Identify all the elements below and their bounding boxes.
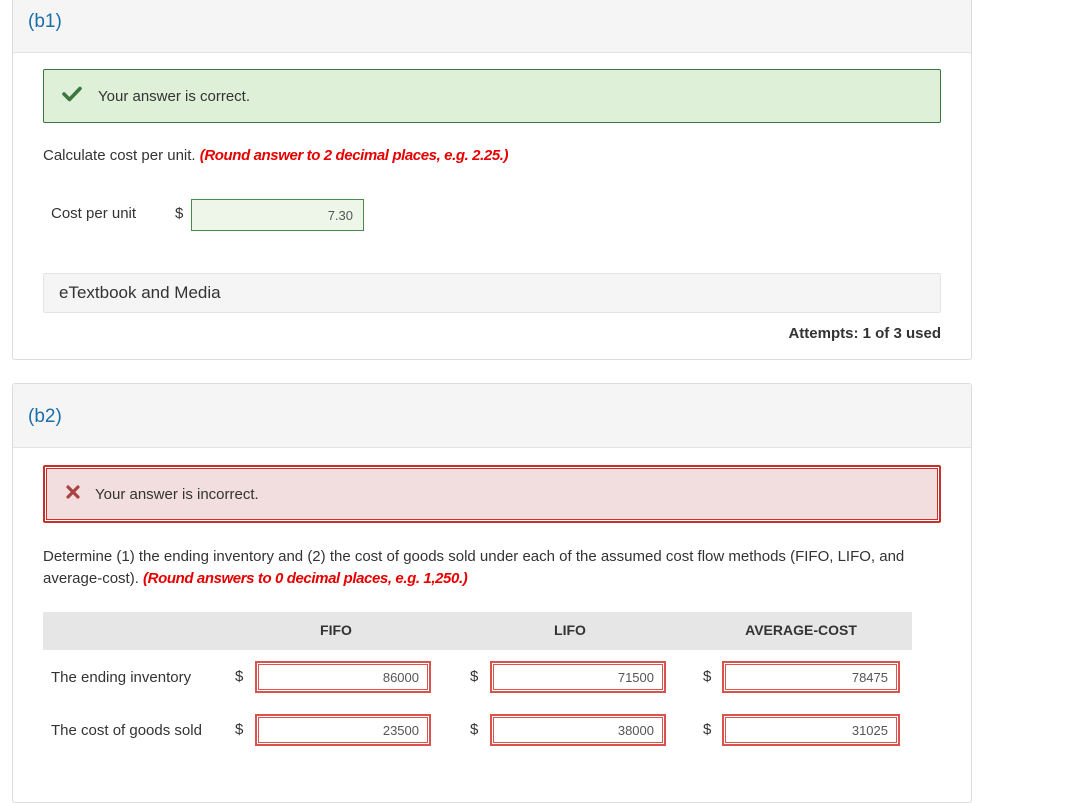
instruction-text-line2: average-cost). <box>43 570 139 587</box>
row-label-cost-of-goods-sold: The cost of goods sold <box>51 722 202 739</box>
alert-message: Your answer is incorrect. <box>95 485 259 503</box>
column-header-lifo: LIFO <box>554 622 586 638</box>
etextbook-media-link[interactable]: eTextbook and Media <box>43 273 941 313</box>
instruction-text-line1: Determine (1) the ending inventory and (… <box>43 548 905 565</box>
lifo-ending-inventory-input[interactable]: 71500 <box>490 661 666 693</box>
column-header-fifo: FIFO <box>320 622 352 638</box>
currency-symbol: $ <box>703 668 712 685</box>
rounding-note: (Round answer to 2 decimal places, e.g. … <box>199 147 509 164</box>
incorrect-answer-alert: Your answer is incorrect. <box>43 465 941 523</box>
cost-per-unit-input[interactable]: 7.30 <box>191 199 364 231</box>
column-header-average-cost: AVERAGE-COST <box>745 622 857 638</box>
currency-symbol: $ <box>470 721 479 738</box>
attempts-counter: Attempts: 1 of 3 used <box>788 325 941 342</box>
row-label-ending-inventory: The ending inventory <box>51 669 192 686</box>
currency-symbol: $ <box>235 668 244 685</box>
instruction-text: Calculate cost per unit. <box>43 147 196 164</box>
x-icon <box>61 484 85 504</box>
cost-per-unit-label: Cost per unit <box>51 205 137 222</box>
lifo-cost-of-goods-sold-input[interactable]: 38000 <box>490 714 666 746</box>
currency-symbol: $ <box>175 205 184 222</box>
question-instruction: Determine (1) the ending inventory and (… <box>43 546 943 590</box>
currency-symbol: $ <box>235 721 244 738</box>
check-icon <box>60 86 84 107</box>
rounding-note: (Round answers to 0 decimal places, e.g.… <box>143 570 468 587</box>
fifo-ending-inventory-input[interactable]: 86000 <box>255 661 431 693</box>
answer-table-header: FIFO LIFO AVERAGE-COST <box>43 612 912 650</box>
part-b1-panel: (b1) Your answer is correct. Calculate c… <box>12 0 972 360</box>
part-b2-header: (b2) <box>13 384 971 448</box>
fifo-cost-of-goods-sold-input[interactable]: 23500 <box>255 714 431 746</box>
average-cost-ending-inventory-input[interactable]: 78475 <box>722 661 900 693</box>
question-instruction: Calculate cost per unit. (Round answer t… <box>43 145 509 167</box>
currency-symbol: $ <box>703 721 712 738</box>
alert-message: Your answer is correct. <box>98 87 251 105</box>
part-b2-panel: (b2) Your answer is incorrect. Determine… <box>12 383 972 803</box>
average-cost-cost-of-goods-sold-input[interactable]: 31025 <box>722 714 900 746</box>
part-label: (b1) <box>28 11 62 32</box>
currency-symbol: $ <box>470 668 479 685</box>
part-b1-header: (b1) <box>13 0 971 53</box>
correct-answer-alert: Your answer is correct. <box>43 69 941 123</box>
part-label: (b2) <box>28 406 62 427</box>
